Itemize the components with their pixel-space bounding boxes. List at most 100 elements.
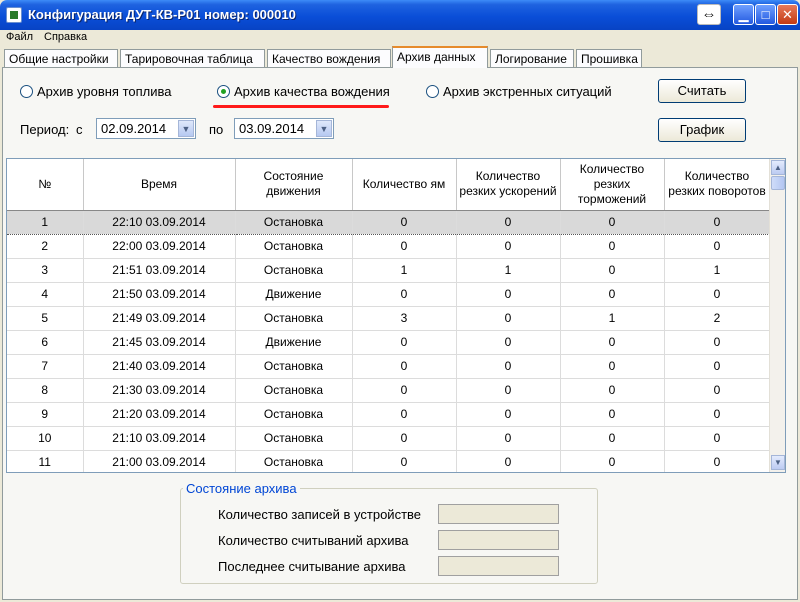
cell-brakings: 0	[560, 450, 665, 472]
cell-motion-state: Остановка	[235, 306, 353, 331]
radio-label: Архив уровня топлива	[37, 84, 172, 99]
table-row[interactable]: 4 21:50 03.09.2014 Движение 0 0 0 0	[7, 282, 771, 307]
cell-potholes: 0	[352, 354, 457, 379]
cell-motion-state: Движение	[235, 282, 353, 307]
tab-logging[interactable]: Логирование	[490, 49, 574, 68]
tab-firmware[interactable]: Прошивка	[576, 49, 642, 68]
table-scrollbar[interactable]: ▲ ▼	[769, 159, 785, 472]
cell-brakings: 0	[560, 210, 665, 235]
table-row[interactable]: 11 21:00 03.09.2014 Остановка 0 0 0 0	[7, 450, 771, 472]
cell-time: 22:00 03.09.2014	[83, 234, 236, 259]
column-header-accelerations[interactable]: Количество резких ускорений	[456, 159, 561, 211]
chevron-down-icon[interactable]: ▼	[316, 120, 332, 137]
table-row[interactable]: 8 21:30 03.09.2014 Остановка 0 0 0 0	[7, 378, 771, 403]
date-from-picker[interactable]: 02.09.2014 ▼	[96, 118, 196, 139]
cell-brakings: 0	[560, 330, 665, 355]
read-button[interactable]: Считать	[658, 79, 746, 103]
table-row[interactable]: 3 21:51 03.09.2014 Остановка 1 1 0 1	[7, 258, 771, 283]
radio-indicator	[217, 85, 230, 98]
table-row[interactable]: 10 21:10 03.09.2014 Остановка 0 0 0 0	[7, 426, 771, 451]
radio-emergency-archive[interactable]: Архив экстренных ситуаций	[426, 84, 612, 99]
cell-brakings: 0	[560, 258, 665, 283]
cell-number: 6	[7, 330, 84, 355]
table-row[interactable]: 9 21:20 03.09.2014 Остановка 0 0 0 0	[7, 402, 771, 427]
radio-indicator	[20, 85, 33, 98]
cell-accelerations: 0	[456, 330, 561, 355]
date-to-picker[interactable]: 03.09.2014 ▼	[234, 118, 334, 139]
minimize-button[interactable]: ▁	[733, 4, 754, 25]
cell-potholes: 0	[352, 282, 457, 307]
chart-button[interactable]: График	[658, 118, 746, 142]
cell-number: 5	[7, 306, 84, 331]
cell-number: 7	[7, 354, 84, 379]
cell-potholes: 0	[352, 378, 457, 403]
app-window: Конфигурация ДУТ-КВ-Р01 номер: 000010 ⇔ …	[0, 0, 800, 602]
title-bar[interactable]: Конфигурация ДУТ-КВ-Р01 номер: 000010 ⇔ …	[0, 0, 800, 30]
menu-bar: Файл Справка	[0, 30, 800, 46]
column-header-turns[interactable]: Количество резких поворотов	[664, 159, 771, 211]
close-button[interactable]: ✕	[777, 4, 798, 25]
table-header-row: № Время Состояние движения Количество ям…	[7, 159, 771, 211]
scroll-up-icon[interactable]: ▲	[771, 160, 785, 175]
cell-potholes: 0	[352, 402, 457, 427]
cell-accelerations: 0	[456, 354, 561, 379]
cell-turns: 0	[664, 426, 771, 451]
tab-calibration-table[interactable]: Тарировочная таблица	[120, 49, 265, 68]
table-row[interactable]: 2 22:00 03.09.2014 Остановка 0 0 0 0	[7, 234, 771, 259]
cell-time: 21:00 03.09.2014	[83, 450, 236, 472]
cell-potholes: 3	[352, 306, 457, 331]
tab-data-archive[interactable]: Архив данных	[392, 46, 488, 68]
column-header-potholes[interactable]: Количество ям	[352, 159, 457, 211]
cell-motion-state: Остановка	[235, 450, 353, 472]
cell-potholes: 0	[352, 210, 457, 235]
cell-motion-state: Остановка	[235, 210, 353, 235]
cell-brakings: 0	[560, 378, 665, 403]
cell-time: 21:10 03.09.2014	[83, 426, 236, 451]
cell-number: 11	[7, 450, 84, 472]
table-row[interactable]: 5 21:49 03.09.2014 Остановка 3 0 1 2	[7, 306, 771, 331]
cell-accelerations: 0	[456, 426, 561, 451]
cell-potholes: 0	[352, 426, 457, 451]
cell-turns: 2	[664, 306, 771, 331]
column-header-number[interactable]: №	[7, 159, 84, 211]
cell-number: 1	[7, 210, 84, 235]
scroll-down-icon[interactable]: ▼	[771, 455, 785, 470]
cell-turns: 1	[664, 258, 771, 283]
table-row[interactable]: 1 22:10 03.09.2014 Остановка 0 0 0 0	[7, 210, 771, 235]
table-row[interactable]: 6 21:45 03.09.2014 Движение 0 0 0 0	[7, 330, 771, 355]
radio-driving-quality-archive[interactable]: Архив качества вождения	[217, 84, 390, 99]
cell-turns: 0	[664, 378, 771, 403]
table-body: 1 22:10 03.09.2014 Остановка 0 0 0 0 2 22:00 03.…	[7, 210, 771, 472]
radio-indicator	[426, 85, 439, 98]
menu-help[interactable]: Справка	[44, 31, 87, 43]
tab-general-settings[interactable]: Общие настройки	[4, 49, 118, 68]
cell-turns: 0	[664, 330, 771, 355]
date-to-value: 03.09.2014	[239, 121, 305, 136]
scroll-thumb[interactable]	[771, 176, 785, 190]
resize-arrows-button[interactable]: ⇔	[697, 4, 721, 25]
cell-motion-state: Остановка	[235, 234, 353, 259]
column-header-time[interactable]: Время	[83, 159, 236, 211]
cell-turns: 0	[664, 354, 771, 379]
reads-count-field	[438, 530, 559, 550]
cell-accelerations: 0	[456, 234, 561, 259]
menu-file[interactable]: Файл	[6, 31, 33, 43]
cell-potholes: 0	[352, 450, 457, 472]
tab-driving-quality[interactable]: Качество вождения	[267, 49, 391, 68]
column-header-brakings[interactable]: Количество резких торможений	[560, 159, 665, 211]
cell-accelerations: 0	[456, 402, 561, 427]
maximize-button[interactable]: □	[755, 4, 776, 25]
column-header-motion-state[interactable]: Состояние движения	[235, 159, 353, 211]
radio-fuel-level-archive[interactable]: Архив уровня топлива	[20, 84, 172, 99]
cell-time: 21:51 03.09.2014	[83, 258, 236, 283]
table-row[interactable]: 7 21:40 03.09.2014 Остановка 0 0 0 0	[7, 354, 771, 379]
cell-time: 21:50 03.09.2014	[83, 282, 236, 307]
date-from-value: 02.09.2014	[101, 121, 167, 136]
app-icon	[6, 7, 22, 23]
chevron-down-icon[interactable]: ▼	[178, 120, 194, 137]
cell-motion-state: Остановка	[235, 378, 353, 403]
last-read-field	[438, 556, 559, 576]
archive-state-title: Состояние архива	[183, 481, 300, 496]
records-count-label: Количество записей в устройстве	[218, 507, 422, 522]
reads-count-label: Количество считываний архива	[218, 533, 409, 548]
